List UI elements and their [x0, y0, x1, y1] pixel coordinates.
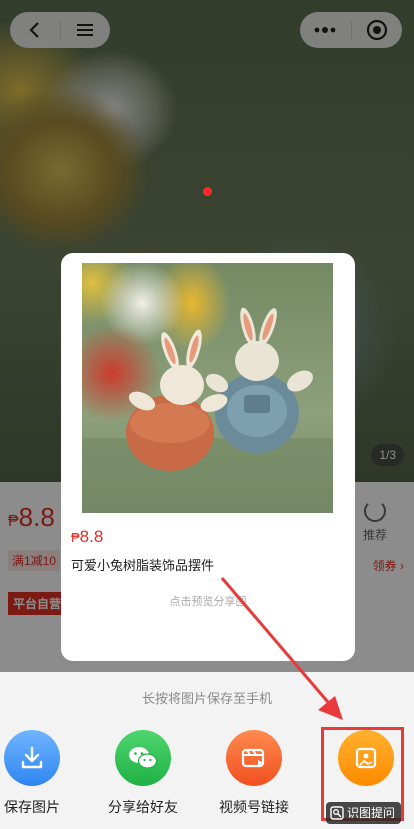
save-hint: 长按将图片保存至手机: [141, 691, 272, 706]
share-friend-label: 分享给好友: [108, 799, 178, 815]
save-image-button[interactable]: 保存图片: [0, 730, 77, 817]
image-search-badge[interactable]: 识图提问: [326, 802, 402, 824]
image-search-icon: [330, 806, 344, 820]
video-channel-circle: [226, 730, 282, 786]
share-card-image: [82, 263, 333, 513]
share-card-preview-tip[interactable]: 点击预览分享图: [61, 593, 355, 609]
rabbit-figurines-illustration: [82, 307, 333, 513]
share-friend-button[interactable]: 分享给好友: [98, 730, 188, 817]
video-channel-icon: [241, 748, 265, 768]
download-icon: [21, 746, 43, 769]
wechat-icon: [129, 747, 158, 769]
video-channel-label: 视频号链接: [219, 799, 289, 815]
share-friend-circle: [115, 730, 171, 786]
video-channel-link-button[interactable]: 视频号链接: [209, 730, 299, 817]
share-card-title: 可爱小兔树脂装饰品摆件: [71, 558, 215, 573]
annotation-dot: [203, 187, 212, 196]
save-image-circle: [4, 730, 60, 786]
share-card[interactable]: ₱8.8 可爱小兔树脂装饰品摆件 点击预览分享图: [61, 253, 355, 661]
save-image-label: 保存图片: [4, 799, 60, 815]
share-card-price: ₱8.8: [71, 527, 104, 546]
